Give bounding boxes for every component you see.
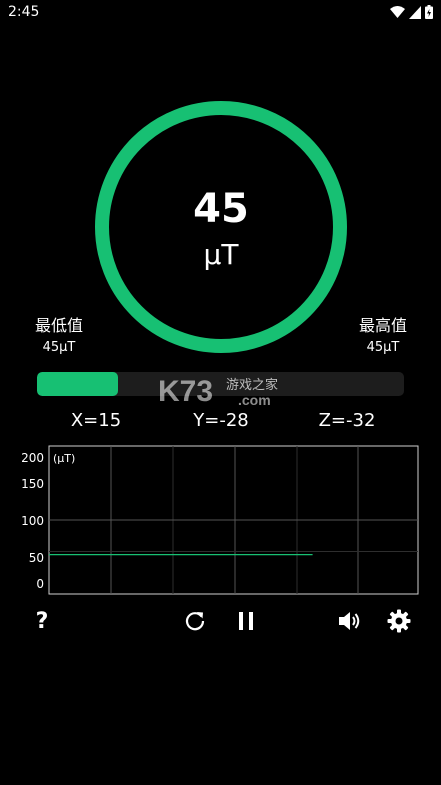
reset-button[interactable] [180, 606, 210, 636]
axis-readings: X=15 Y=-28 Z=-32 [0, 410, 441, 434]
min-reading: 最低值 45μT [19, 312, 99, 355]
max-label: 最高值 [358, 316, 407, 335]
wifi-icon [390, 5, 405, 18]
chart-y-tick-label: 50 [29, 551, 44, 565]
watermark-brand: K73 [158, 375, 213, 407]
sound-button[interactable] [334, 606, 364, 636]
chart-y-tick-label: 0 [36, 577, 44, 591]
status-time: 2:45 [8, 4, 40, 20]
field-strength-unit: μT [203, 238, 239, 271]
battery-icon [425, 5, 433, 19]
pause-button[interactable] [231, 606, 261, 636]
max-reading: 最高值 45μT [343, 312, 423, 355]
y-axis-reading: Y=-28 [193, 410, 249, 431]
chart-y-tick-label: 100 [21, 514, 44, 528]
cell-signal-icon [409, 5, 421, 19]
sound-icon [339, 612, 360, 630]
help-button[interactable]: ? [27, 606, 57, 636]
settings-button[interactable] [384, 606, 414, 636]
chart-y-tick-label: 200 [21, 451, 44, 465]
x-axis-reading: X=15 [70, 410, 122, 431]
min-value: 45μT [42, 340, 76, 355]
field-history-chart: 200 150 100 50 0 (μT) [21, 445, 419, 595]
watermark-text: 游戏之家 [226, 377, 278, 393]
refresh-icon [185, 612, 205, 631]
settings-icon [387, 609, 411, 633]
level-bar-fill [37, 372, 118, 396]
status-bar: 2:45 [0, 0, 441, 26]
watermark-domain: .com [238, 392, 271, 407]
watermark-logo: K73 游戏之家 .com [158, 375, 278, 407]
chart-unit-label: (μT) [53, 452, 75, 465]
min-label: 最低值 [34, 316, 83, 335]
z-axis-reading: Z=-32 [318, 410, 376, 431]
help-icon: ? [35, 608, 49, 634]
status-icons [390, 5, 433, 19]
control-bar: ? [0, 606, 441, 636]
pause-icon [239, 612, 253, 630]
chart-y-tick-label: 150 [21, 477, 44, 491]
max-value: 45μT [366, 340, 400, 355]
field-strength-value: 45 [193, 186, 249, 232]
